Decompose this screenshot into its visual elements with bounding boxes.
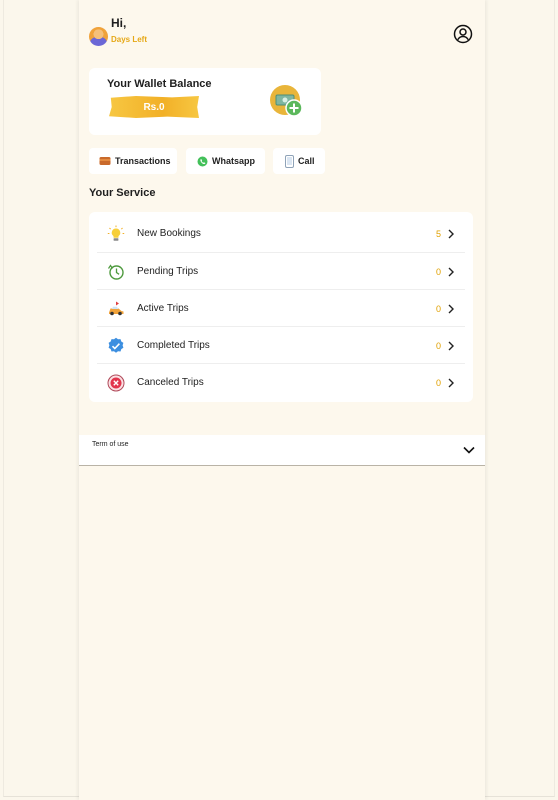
service-list: New Bookings 5 Pending Trips 0 Active Tr… bbox=[89, 212, 473, 402]
services-title: Your Service bbox=[89, 187, 156, 199]
chevron-right-icon bbox=[448, 341, 454, 350]
days-left-text: Days Left bbox=[111, 35, 148, 44]
wallet-card: Your Wallet Balance Rs.0 bbox=[89, 68, 321, 135]
whatsapp-label: Whatsapp bbox=[212, 156, 256, 166]
chevron-right-icon bbox=[448, 229, 454, 238]
service-count: 0 bbox=[435, 340, 441, 351]
call-label: Call bbox=[298, 156, 315, 166]
wallet-icon bbox=[99, 157, 111, 165]
call-button[interactable]: Call bbox=[273, 148, 325, 174]
chevron-right-icon bbox=[448, 304, 454, 313]
service-count: 5 bbox=[435, 228, 441, 239]
phone-icon bbox=[285, 154, 294, 168]
transactions-label: Transactions bbox=[115, 156, 171, 166]
terms-of-use-label: Term of use bbox=[92, 441, 129, 448]
service-row-new-bookings[interactable]: New Bookings 5 bbox=[97, 215, 465, 252]
header: Hi, Days Left bbox=[89, 16, 475, 52]
service-row-completed-trips[interactable]: Completed Trips 0 bbox=[97, 326, 465, 364]
wallet-title: Your Wallet Balance bbox=[107, 78, 212, 90]
terms-of-use-accordion[interactable]: Term of use bbox=[79, 435, 485, 466]
service-count: 0 bbox=[435, 266, 441, 277]
whatsapp-button[interactable]: Whatsapp bbox=[186, 148, 265, 174]
cancel-icon bbox=[107, 374, 125, 391]
service-row-canceled-trips[interactable]: Canceled Trips 0 bbox=[97, 363, 465, 401]
avatar bbox=[89, 27, 108, 46]
service-count: 0 bbox=[435, 303, 441, 314]
service-label: Active Trips bbox=[137, 303, 189, 314]
add-money-icon[interactable] bbox=[269, 84, 305, 120]
car-icon bbox=[109, 301, 124, 315]
profile-icon[interactable] bbox=[453, 24, 473, 44]
service-label: Pending Trips bbox=[137, 266, 199, 277]
chevron-down-icon[interactable] bbox=[463, 445, 475, 455]
service-label: New Bookings bbox=[137, 228, 201, 239]
greeting-text: Hi, bbox=[111, 16, 127, 30]
service-row-pending-trips[interactable]: Pending Trips 0 bbox=[97, 252, 465, 290]
service-label: Completed Trips bbox=[137, 340, 210, 351]
service-label: Canceled Trips bbox=[137, 377, 204, 388]
service-row-active-trips[interactable]: Active Trips 0 bbox=[97, 289, 465, 327]
whatsapp-icon bbox=[197, 156, 208, 166]
transactions-button[interactable]: Transactions bbox=[89, 148, 177, 174]
lightbulb-icon bbox=[107, 225, 125, 241]
service-count: 0 bbox=[435, 377, 441, 388]
chevron-right-icon bbox=[448, 267, 454, 276]
chevron-right-icon bbox=[448, 378, 454, 387]
clock-refresh-icon bbox=[108, 263, 124, 280]
verified-check-icon bbox=[108, 337, 124, 353]
app-container: Hi, Days Left Your Wallet Balance Rs.0 T… bbox=[79, 0, 485, 800]
wallet-balance: Rs.0 bbox=[109, 96, 199, 118]
